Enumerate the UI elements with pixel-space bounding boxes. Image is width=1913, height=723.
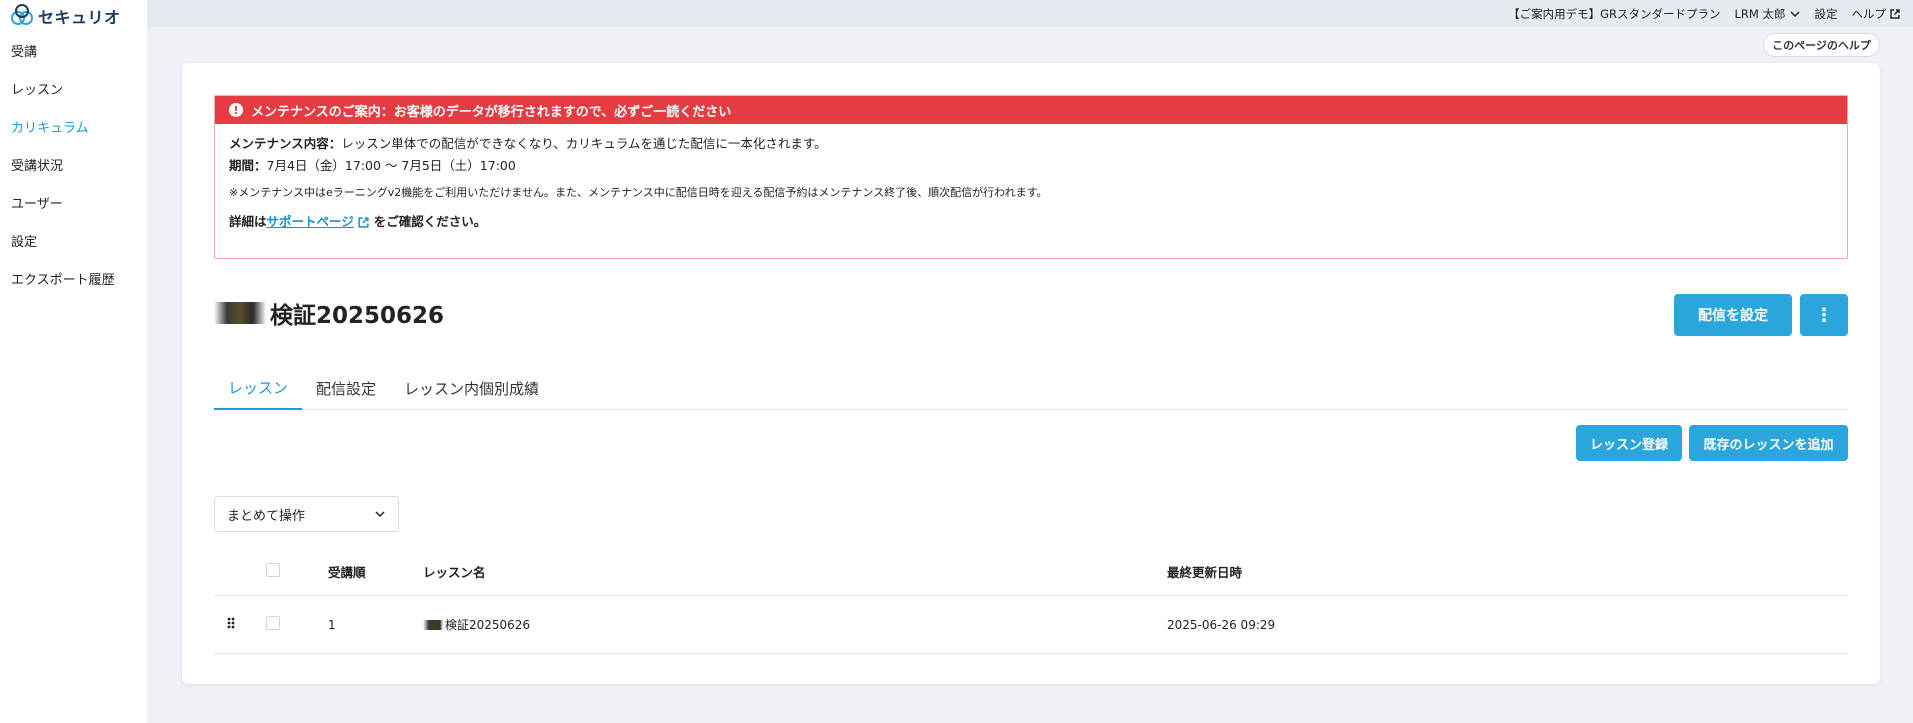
sidebar-item-export-history[interactable]: エクスポート履歴 [0, 266, 147, 304]
alert-detail-suffix: をご確認ください。 [373, 214, 487, 229]
bulk-action-select[interactable]: まとめて操作 [214, 496, 399, 532]
main-card: ! メンテナンスのご案内：お客様のデータが移行されますので、必ずご一読ください … [182, 63, 1880, 684]
drag-handle-icon [227, 617, 235, 629]
row-thumbnail [423, 619, 443, 630]
user-name: LRM 太郎 [1734, 6, 1786, 21]
help-link[interactable]: ヘルプ [1852, 6, 1902, 22]
add-existing-lesson-button[interactable]: 既存のレッスンを追加 [1689, 425, 1848, 461]
alert-period-text: 7月4日（金）17:00 〜 7月5日（土）17:00 [266, 158, 516, 173]
top-bar-menu: 【ご案内用デモ】GRスタンダードプラン LRM 太郎 設定 ヘルプ [1508, 0, 1901, 27]
row-lesson-name: 検証20250626 [445, 618, 531, 632]
alert-period-line: 期間：7月4日（金）17:00 〜 7月5日（土）17:00 [229, 155, 1833, 177]
sidebar-item-attend[interactable]: 受講 [0, 38, 147, 76]
settings-link[interactable]: 設定 [1815, 6, 1838, 22]
tab-individual-scores[interactable]: レッスン内個別成績 [390, 366, 553, 410]
alert-detail-prefix: 詳細は [229, 214, 267, 229]
header-lesson-name[interactable]: レッスン名 [423, 562, 1167, 581]
chevron-down-icon [1789, 10, 1800, 17]
external-link-icon[interactable] [357, 216, 370, 229]
drag-handle[interactable] [214, 616, 266, 633]
row-order: 1 [328, 617, 336, 632]
curriculum-tabs: レッスン 配信設定 レッスン内個別成績 [214, 366, 1848, 410]
sidebar-item-curriculum[interactable]: カリキュラム [0, 114, 147, 152]
table-header: 受講順 レッスン名 最終更新日時 [214, 548, 1848, 596]
alert-body: メンテナンス内容：レッスン単体での配信ができなくなり、カリキュラムを通じた配信に… [215, 124, 1847, 233]
sidebar-nav: 受講 レッスン カリキュラム 受講状況 ユーザー 設定 エクスポート履歴 [0, 38, 147, 304]
table-row[interactable]: 1 検証20250626 2025-06-26 09:29 [214, 596, 1848, 654]
row-updated: 2025-06-26 09:29 [1167, 617, 1276, 632]
alert-content-label: メンテナンス内容： [229, 136, 342, 151]
sidebar: セキュリオ 受講 レッスン カリキュラム 受講状況 ユーザー 設定 エクスポート… [0, 0, 147, 723]
alert-detail-line: 詳細は サポートページ をご確認ください。 [229, 211, 1833, 233]
logo-text: セキュリオ [38, 8, 121, 27]
header-updated[interactable]: 最終更新日時 [1167, 562, 1848, 581]
chevron-down-icon [375, 511, 385, 518]
select-all-checkbox[interactable] [266, 563, 280, 577]
register-lesson-button[interactable]: レッスン登録 [1576, 425, 1682, 461]
logo-icon [11, 4, 33, 25]
alert-header: ! メンテナンスのご案内：お客様のデータが移行されますので、必ずご一読ください [215, 96, 1847, 124]
header-checkbox-cell [266, 563, 328, 580]
user-menu[interactable]: LRM 太郎 [1735, 6, 1801, 22]
sidebar-item-lessons[interactable]: レッスン [0, 76, 147, 114]
maintenance-alert: ! メンテナンスのご案内：お客様のデータが移行されますので、必ずご一読ください … [214, 95, 1848, 259]
row-lesson-name-cell[interactable]: 検証20250626 [423, 616, 1167, 633]
set-delivery-button[interactable]: 配信を設定 [1674, 294, 1792, 336]
title-thumbnail [214, 302, 266, 324]
external-link-icon [1890, 8, 1900, 19]
tab-delivery-settings[interactable]: 配信設定 [302, 366, 390, 410]
header-order[interactable]: 受講順 [328, 562, 423, 581]
plan-label: 【ご案内用デモ】GRスタンダードプラン [1508, 6, 1721, 21]
help-label: ヘルプ [1851, 6, 1887, 21]
sidebar-item-users[interactable]: ユーザー [0, 190, 147, 228]
alert-content-text: レッスン単体での配信ができなくなり、カリキュラムを通じた配信に一本化されます。 [341, 136, 827, 151]
curriculum-header: 検証20250626 [214, 291, 444, 335]
alert-icon: ! [229, 103, 243, 117]
tab-lessons[interactable]: レッスン [214, 366, 303, 410]
more-options-button[interactable]: ⋮ [1800, 294, 1848, 336]
alert-note: ※メンテナンス中はeラーニングv2機能をご利用いただけません。また、メンテナンス… [229, 186, 1048, 199]
alert-content-line: メンテナンス内容：レッスン単体での配信ができなくなり、カリキュラムを通じた配信に… [229, 133, 1833, 155]
sidebar-item-settings[interactable]: 設定 [0, 228, 147, 266]
sidebar-item-attendance-status[interactable]: 受講状況 [0, 152, 147, 190]
row-checkbox[interactable] [266, 616, 280, 630]
bulk-action-value: まとめて操作 [227, 508, 306, 524]
row-checkbox-cell [266, 616, 328, 633]
page-help-button[interactable]: このページのヘルプ [1763, 33, 1880, 57]
lesson-table: 受講順 レッスン名 最終更新日時 1 検証20250626 2025-06-26… [214, 548, 1848, 654]
support-page-link[interactable]: サポートページ [267, 211, 354, 233]
alert-title: メンテナンスのご案内：お客様のデータが移行されますので、必ずご一読ください [251, 104, 732, 120]
top-bar: 【ご案内用デモ】GRスタンダードプラン LRM 太郎 設定 ヘルプ [147, 0, 1913, 27]
alert-period-label: 期間： [229, 158, 267, 173]
app-logo[interactable]: セキュリオ [10, 4, 121, 28]
page-title: 検証20250626 [270, 303, 445, 329]
